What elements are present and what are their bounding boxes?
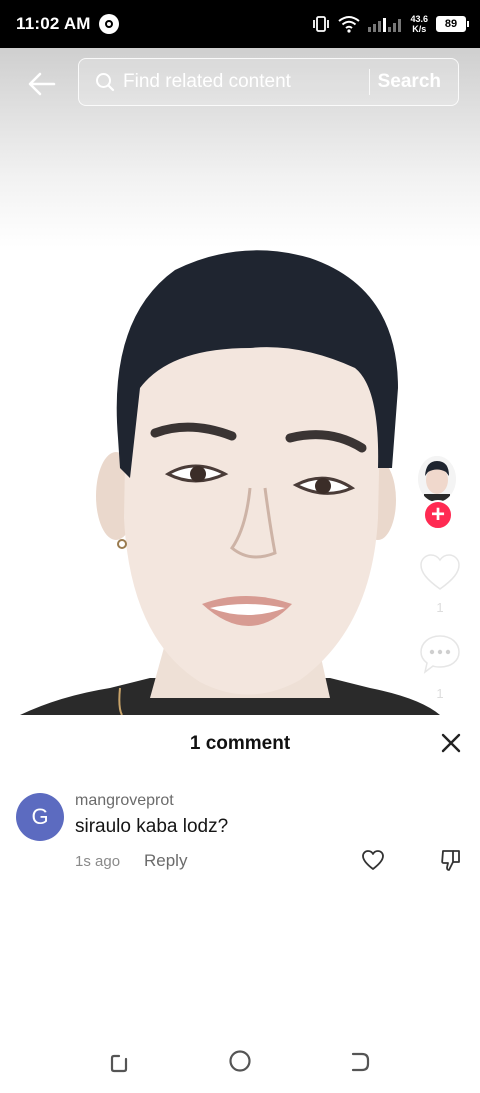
search-icon [96, 73, 115, 92]
comment-text: siraulo kaba lodz? [75, 816, 229, 837]
reply-button[interactable]: Reply [144, 851, 187, 871]
signal-icon [368, 18, 402, 32]
net-speed-unit: K/s [412, 24, 427, 34]
status-bar: 11:02 AM 43.6 K/s 89 [0, 0, 480, 48]
speech-bubble-icon[interactable] [418, 632, 462, 676]
heart-icon[interactable] [418, 552, 462, 592]
creator-avatar-image [418, 456, 456, 502]
comment-username[interactable]: mangroveprot [75, 792, 174, 810]
battery-indicator: 89 [436, 16, 469, 32]
search-button[interactable]: Search [378, 71, 441, 93]
status-time: 11:02 AM [16, 14, 91, 33]
net-speed-value: 43.6 [410, 14, 428, 24]
top-bar: Search [0, 58, 480, 108]
video-frame-face [20, 250, 440, 715]
search-divider [369, 69, 370, 95]
heart-outline-icon[interactable] [361, 849, 385, 871]
back-nav-icon[interactable] [348, 1050, 372, 1074]
screen: 11:02 AM 43.6 K/s 89 Find related conten… [0, 0, 480, 1093]
commenter-avatar[interactable]: G [16, 793, 64, 841]
comment-timestamp: 1s ago [75, 853, 121, 870]
thumbs-down-icon[interactable] [440, 848, 462, 872]
back-button[interactable] [22, 64, 62, 104]
home-icon[interactable] [228, 1049, 252, 1073]
network-speed: 43.6 K/s [410, 14, 428, 34]
app-notification-icon [98, 14, 119, 34]
recents-icon[interactable] [108, 1050, 132, 1074]
comment-count: 1 [436, 686, 444, 701]
system-nav-bar [0, 1030, 480, 1093]
arrow-left-icon [28, 72, 56, 96]
video-player[interactable]: Search + 1 1 [0, 48, 480, 715]
vibrate-icon [313, 16, 330, 32]
like-count: 1 [436, 600, 444, 615]
search-box[interactable]: Search [78, 58, 459, 106]
status-right: 43.6 K/s 89 [312, 14, 469, 34]
comment-item: G mangroveprot siraulo kaba lodz? 1s ago… [0, 715, 480, 871]
follow-button[interactable]: + [423, 500, 453, 530]
creator-avatar[interactable] [418, 456, 456, 502]
wifi-icon [338, 16, 361, 33]
search-input[interactable] [123, 71, 353, 93]
